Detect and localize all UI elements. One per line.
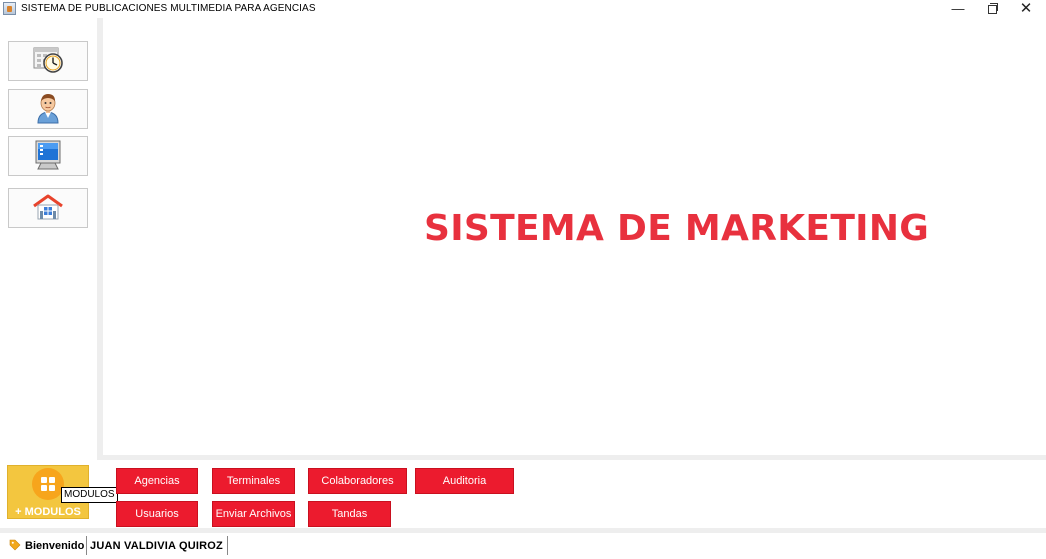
house-icon	[32, 194, 64, 223]
modulos-label: + MODULOS	[15, 506, 81, 518]
usuarios-button[interactable]: Usuarios	[116, 501, 198, 527]
grid-icon	[32, 468, 64, 500]
restore-button[interactable]	[978, 0, 1006, 18]
sidebar-button-agencies[interactable]	[8, 188, 88, 228]
calendar-clock-icon	[31, 45, 65, 78]
modulos-tooltip: MODULOS	[61, 487, 118, 503]
auditoria-button[interactable]: Auditoria	[415, 468, 514, 494]
sidebar-button-schedule[interactable]	[8, 41, 88, 81]
status-separator	[227, 536, 228, 555]
agencias-button[interactable]: Agencias	[116, 468, 198, 494]
page-title: SISTEMA DE MARKETING	[424, 208, 930, 249]
user-avatar-icon	[35, 92, 61, 127]
sidebar-button-users[interactable]	[8, 89, 88, 129]
status-bar: Bienvenido JUAN VALDIVIA QUIROZ	[0, 533, 1046, 559]
current-user: JUAN VALDIVIA QUIROZ	[90, 540, 223, 552]
terminales-button[interactable]: Terminales	[212, 468, 295, 494]
app-icon	[3, 2, 16, 15]
main-panel: SISTEMA DE MARKETING	[103, 18, 1046, 455]
close-button[interactable]: ✕	[1012, 0, 1040, 18]
tag-icon	[9, 539, 21, 551]
horizontal-divider	[97, 455, 1046, 460]
monitor-icon	[33, 139, 63, 174]
welcome-label: Bienvenido	[25, 540, 85, 552]
window-title: SISTEMA DE PUBLICACIONES MULTIMEDIA PARA…	[21, 3, 316, 14]
colaboradores-button[interactable]: Colaboradores	[308, 468, 407, 494]
tandas-button[interactable]: Tandas	[308, 501, 391, 527]
minimize-button[interactable]: —	[944, 0, 972, 18]
sidebar-button-terminals[interactable]	[8, 136, 88, 176]
enviar-archivos-button[interactable]: Enviar Archivos	[212, 501, 295, 527]
status-separator	[86, 536, 87, 555]
sidebar	[0, 18, 97, 458]
title-bar: SISTEMA DE PUBLICACIONES MULTIMEDIA PARA…	[0, 0, 1046, 18]
